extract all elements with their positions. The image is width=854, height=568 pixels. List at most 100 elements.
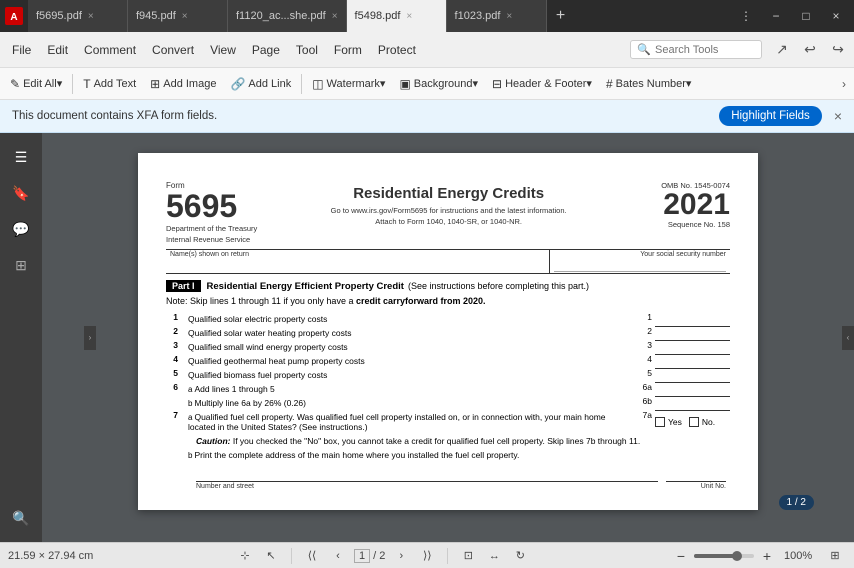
tab-close[interactable]: × [332, 11, 338, 22]
page-separator: / [373, 550, 376, 562]
tab-f945[interactable]: f945.pdf × [128, 0, 228, 32]
tab-f1023[interactable]: f1023.pdf × [447, 0, 547, 32]
header-footer-label: Header & Footer▾ [505, 77, 592, 90]
pdf-page: Form 5695 Department of the Treasury Int… [138, 153, 758, 510]
line-7a: 7 aQualified fuel cell property. Was qua… [166, 410, 730, 434]
highlight-fields-button[interactable]: Highlight Fields [719, 106, 822, 126]
edit-toolbar: ✎ Edit All▾ T Add Text ⊞ Add Image 🔗 Add… [0, 68, 854, 100]
menu-form[interactable]: Form [326, 39, 370, 61]
bates-icon: # [606, 77, 613, 91]
ssn-field-label: Your social security number [554, 251, 726, 258]
add-image-label: Add Image [163, 78, 216, 90]
status-bar: 21.59 × 27.94 cm ⊹ ↖ ⟨⟨ ‹ 1 / 2 › ⟩⟩ ⊡ ↔… [0, 542, 854, 568]
select-tool-button[interactable]: ↖ [261, 546, 281, 566]
zoom-in-button[interactable]: + [758, 547, 776, 565]
first-page-button[interactable]: ⟨⟨ [302, 546, 322, 566]
tab-f5498[interactable]: f5498.pdf × [347, 0, 447, 32]
more-options-button[interactable]: ⋮ [732, 6, 760, 26]
edit-all-button[interactable]: ✎ Edit All▾ [4, 74, 68, 94]
line-6a: 6 aAdd lines 1 through 5 6a [166, 382, 730, 396]
redo-icon[interactable]: ↪ [826, 38, 850, 62]
search-tools-input[interactable]: 🔍 [630, 40, 762, 59]
dept-info: Department of the Treasury Internal Reve… [166, 224, 257, 245]
edit-icon: ✎ [10, 77, 20, 91]
line-7a-caution: Caution: If you checked the "No" box, yo… [166, 434, 730, 448]
cursor-tool-button[interactable]: ⊹ [235, 546, 255, 566]
menu-edit[interactable]: Edit [39, 39, 76, 61]
background-label: Background▾ [414, 77, 478, 90]
image-icon: ⊞ [150, 77, 160, 91]
total-pages: 2 [379, 550, 385, 562]
line-5: 5 Qualified biomass fuel property costs … [166, 368, 730, 382]
panel-search-button[interactable]: 🔍 [5, 502, 37, 534]
tab-close[interactable]: × [506, 11, 512, 22]
name-field-label: Name(s) shown on return [170, 251, 545, 258]
menu-convert[interactable]: Convert [144, 39, 202, 61]
maximize-button[interactable]: □ [792, 6, 820, 26]
add-image-button[interactable]: ⊞ Add Image [144, 74, 222, 94]
add-tab-button[interactable]: + [547, 0, 575, 32]
zoom-thumb[interactable] [732, 551, 742, 561]
menu-page[interactable]: Page [244, 39, 288, 61]
add-text-button[interactable]: T Add Text [77, 74, 142, 94]
more-tools-button[interactable]: › [838, 74, 850, 94]
prev-page-button[interactable]: ‹ [328, 546, 348, 566]
background-button[interactable]: ▣ Background▾ [393, 74, 484, 94]
zoom-slider[interactable] [694, 554, 754, 558]
menu-protect[interactable]: Protect [370, 39, 424, 61]
panel-comment-button[interactable]: 💬 [5, 213, 37, 245]
last-page-button[interactable]: ⟩⟩ [417, 546, 437, 566]
left-panel-collapse[interactable]: › [84, 326, 96, 350]
minimize-button[interactable]: − [762, 6, 790, 26]
nav-separator [291, 548, 292, 564]
tab-f5695[interactable]: f5695.pdf × [28, 0, 128, 32]
menu-file[interactable]: File [4, 39, 39, 61]
tab-close[interactable]: × [88, 11, 94, 22]
add-link-label: Add Link [248, 78, 291, 90]
background-icon: ▣ [399, 77, 410, 91]
seq-number: Sequence No. 158 [640, 220, 730, 229]
share-icon[interactable]: ↗ [770, 38, 794, 62]
panel-menu-button[interactable]: ☰ [5, 141, 37, 173]
next-page-button[interactable]: › [391, 546, 411, 566]
text-icon: T [83, 77, 90, 91]
tab-close[interactable]: × [406, 11, 412, 22]
form-number: 5695 [166, 190, 257, 222]
panel-thumbnails-button[interactable]: ⊞ [5, 249, 37, 281]
zoom-out-button[interactable]: − [672, 547, 690, 565]
panel-bookmark-button[interactable]: 🔖 [5, 177, 37, 209]
line-7b: bPrint the complete address of the main … [166, 448, 730, 462]
zoom-level[interactable]: 100% [784, 550, 820, 562]
line-1: 1 Qualified solar electric property cost… [166, 312, 730, 326]
bates-number-button[interactable]: # Bates Number▾ [600, 74, 698, 94]
tax-year: 2021 [640, 190, 730, 220]
menu-right-icons: ↗ ↩ ↪ [770, 38, 850, 62]
note-row: Note: Skip lines 1 through 11 if you onl… [166, 296, 730, 306]
close-button[interactable]: × [822, 6, 850, 26]
header-footer-button[interactable]: ⊟ Header & Footer▾ [486, 74, 598, 94]
left-panel: ☰ 🔖 💬 ⊞ 🔍 [0, 133, 42, 542]
watermark-button[interactable]: ◫ Watermark▾ [306, 74, 391, 94]
pdf-viewer[interactable]: › Form 5695 Department of the Treasury I… [42, 133, 854, 542]
address-row: Number and street Unit No. [166, 462, 730, 490]
line-2: 2 Qualified solar water heating property… [166, 326, 730, 340]
rotate-button[interactable]: ↻ [510, 546, 530, 566]
undo-icon[interactable]: ↩ [798, 38, 822, 62]
tab-f1120[interactable]: f1120_ac...she.pdf × [228, 0, 347, 32]
menu-view[interactable]: View [202, 39, 244, 61]
add-link-button[interactable]: 🔗 Add Link [224, 74, 297, 94]
xfa-close-button[interactable]: × [834, 108, 842, 124]
fit-page-button[interactable]: ⊡ [458, 546, 478, 566]
tab-close[interactable]: × [182, 11, 188, 22]
fit-width-button[interactable]: ↔ [484, 546, 504, 566]
part1-header: Part I Residential Energy Efficient Prop… [166, 280, 730, 292]
view-options-button[interactable]: ⊞ [824, 545, 846, 567]
form-title: Residential Energy Credits [265, 185, 632, 202]
tab-label: f5498.pdf [355, 10, 401, 22]
search-input[interactable] [655, 44, 755, 56]
menu-comment[interactable]: Comment [76, 39, 144, 61]
tab-label: f5695.pdf [36, 10, 82, 22]
right-panel-collapse[interactable]: ‹ [842, 326, 854, 350]
current-page[interactable]: 1 [354, 549, 370, 563]
menu-tool[interactable]: Tool [288, 39, 326, 61]
